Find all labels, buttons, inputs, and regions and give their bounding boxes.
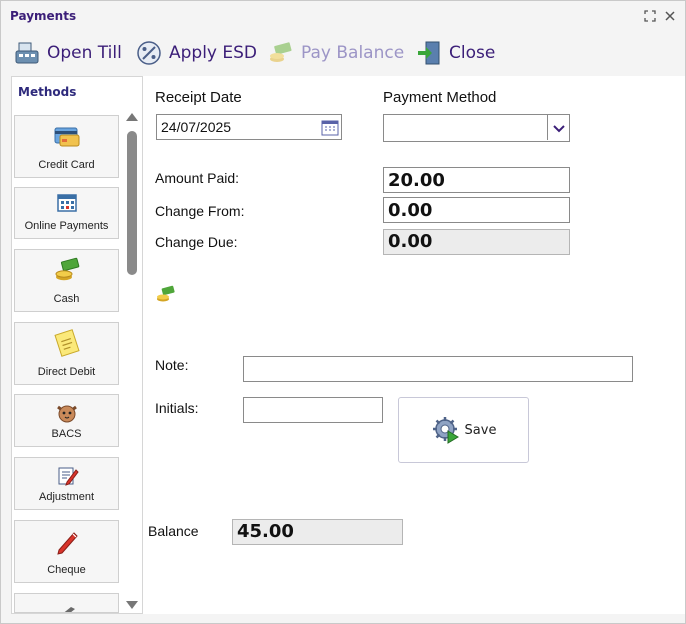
- method-cheque[interactable]: Cheque: [14, 520, 119, 583]
- method-label-cheque: Cheque: [47, 564, 86, 576]
- apply-esd-button[interactable]: Apply ESD: [135, 39, 257, 67]
- payments-window: Payments Open Till Apply ESD Pay Balance…: [0, 0, 686, 624]
- method-cash[interactable]: Cash: [14, 249, 119, 312]
- payment-form: Receipt Date Payment Method Amount Paid:…: [143, 76, 685, 614]
- initials-label: Initials:: [155, 400, 199, 416]
- method-credit-card[interactable]: Credit Card: [14, 115, 119, 178]
- close-label: Close: [449, 43, 496, 63]
- money-icon: [267, 39, 295, 67]
- note-label: Note:: [155, 357, 189, 373]
- save-label: Save: [464, 422, 497, 438]
- open-till-label: Open Till: [47, 43, 122, 63]
- toolbar: Open Till Apply ESD Pay Balance Close: [1, 31, 685, 75]
- methods-scrollbar[interactable]: [124, 109, 140, 613]
- cash-icon: [53, 256, 81, 284]
- amount-paid-field[interactable]: [383, 167, 570, 193]
- apply-esd-label: Apply ESD: [169, 43, 258, 63]
- change-due-label: Change Due:: [155, 234, 238, 250]
- close-button[interactable]: Close: [415, 39, 495, 67]
- amount-paid-label: Amount Paid:: [155, 170, 240, 186]
- close-icon[interactable]: [663, 9, 677, 23]
- scroll-down-icon[interactable]: [126, 601, 138, 609]
- method-more[interactable]: [14, 593, 119, 613]
- initials-field[interactable]: [243, 397, 383, 423]
- money-icon: [156, 284, 176, 304]
- receipt-date-field[interactable]: [156, 114, 342, 140]
- adjustment-icon: [53, 462, 81, 490]
- method-label-adjustment: Adjustment: [38, 491, 95, 503]
- calendar-icon[interactable]: [320, 117, 340, 137]
- cash-register-icon: [13, 39, 41, 67]
- cheque-icon: [53, 527, 81, 555]
- note-field[interactable]: [243, 356, 633, 382]
- method-label-direct-debit: Direct Debit: [37, 366, 96, 378]
- scroll-thumb[interactable]: [127, 131, 137, 275]
- method-label-bacs: BACS: [51, 428, 82, 440]
- change-from-field[interactable]: [383, 197, 570, 223]
- method-label-cash: Cash: [53, 293, 80, 305]
- methods-panel: Methods Credit Card Online Payments Cash…: [11, 76, 143, 614]
- window-title: Payments: [10, 9, 77, 23]
- bacs-icon: [53, 399, 81, 427]
- save-button[interactable]: Save: [398, 397, 529, 463]
- payment-method-label: Payment Method: [383, 89, 497, 106]
- payment-method-select[interactable]: [383, 114, 570, 142]
- open-till-button[interactable]: Open Till: [13, 39, 122, 67]
- exit-door-icon: [415, 39, 443, 67]
- chevron-down-icon: [552, 118, 565, 137]
- maximize-icon[interactable]: [643, 9, 657, 23]
- direct-debit-icon: [53, 329, 81, 357]
- balance-label: Balance: [148, 523, 199, 539]
- credit-card-icon: [53, 122, 81, 150]
- change-due-value: 0.00: [383, 229, 570, 255]
- receipt-date-label: Receipt Date: [155, 89, 242, 106]
- gear-play-icon: [431, 415, 461, 445]
- method-label-online-payments: Online Payments: [24, 220, 109, 232]
- balance-value: 45.00: [232, 519, 403, 545]
- discount-icon: [135, 39, 163, 67]
- change-from-label: Change From:: [155, 203, 245, 219]
- pay-balance-label: Pay Balance: [301, 43, 405, 63]
- pay-balance-button[interactable]: Pay Balance: [267, 39, 404, 67]
- title-bar: Payments: [1, 1, 685, 31]
- method-online-payments[interactable]: Online Payments: [14, 187, 119, 239]
- methods-title: Methods: [18, 85, 77, 99]
- method-direct-debit[interactable]: Direct Debit: [14, 322, 119, 385]
- method-adjustment[interactable]: Adjustment: [14, 457, 119, 510]
- payment-method-dropdown[interactable]: [547, 114, 569, 140]
- partial-method-icon: [53, 602, 81, 612]
- online-payments-icon: [53, 192, 81, 220]
- method-bacs[interactable]: BACS: [14, 394, 119, 447]
- method-label-credit-card: Credit Card: [38, 159, 95, 171]
- scroll-up-icon[interactable]: [126, 113, 138, 121]
